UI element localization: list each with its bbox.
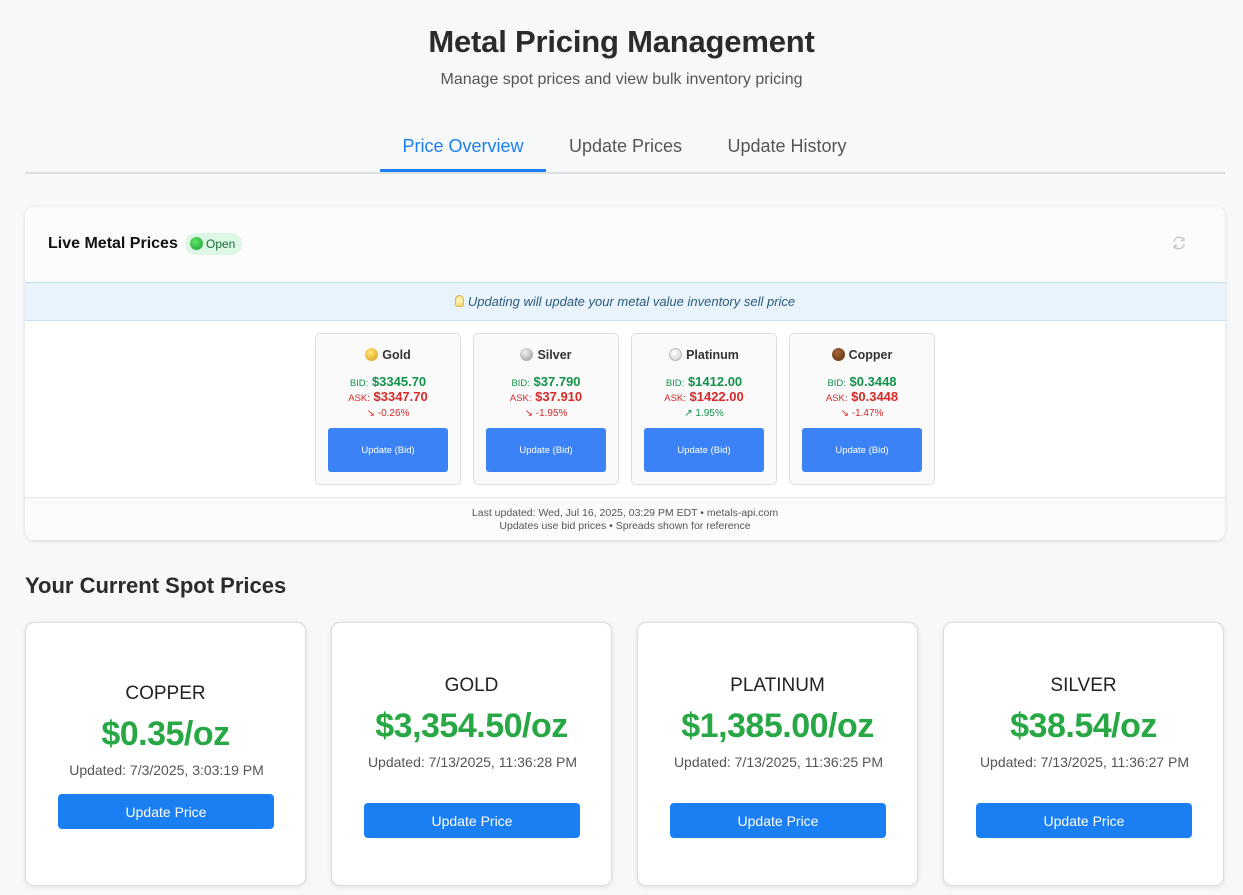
market-status-badge: Open (185, 233, 243, 255)
bid-price: BID: $1412.00 (665, 374, 743, 389)
ask-price: ASK: $3347.70 (348, 389, 428, 404)
update-price-button-platinum[interactable]: Update Price (670, 803, 886, 838)
spot-metal-name: COPPER (125, 683, 206, 704)
spot-updated: Updated: 7/3/2025, 3:03:19 PM (69, 762, 264, 778)
update-notice: Updating will update your metal value in… (25, 282, 1225, 321)
ask-price: ASK: $0.3448 (825, 389, 899, 404)
live-prices-title: Live Metal Prices (48, 235, 178, 252)
update-price-button-silver[interactable]: Update Price (976, 803, 1192, 838)
update-bid-button-gold[interactable]: Update (Bid) (328, 428, 448, 472)
live-prices-footer: Last updated: Wed, Jul 16, 2025, 03:29 P… (25, 497, 1225, 540)
light-bulb-icon (454, 295, 464, 307)
tab-price-overview[interactable]: Price Overview (380, 122, 546, 172)
live-metal-card-platinum: Platinum BID: $1412.00 ASK: $1422.00 ↗ 1… (631, 333, 777, 485)
white-circle-icon (669, 348, 683, 361)
spot-price: $3,354.50/oz (375, 707, 568, 745)
bid-price: BID: $0.3448 (827, 374, 897, 389)
metal-name: Silver (537, 348, 572, 362)
spot-metal-name: SILVER (1050, 675, 1117, 696)
bid-price: BID: $37.790 (511, 374, 581, 389)
spot-updated: Updated: 7/13/2025, 11:36:28 PM (367, 754, 578, 770)
spread-note-text: Updates use bid prices • Spreads shown f… (499, 520, 751, 532)
bid-price: BID: $3345.70 (349, 374, 427, 389)
update-price-button-gold[interactable]: Update Price (364, 803, 580, 838)
metal-name: Copper (848, 348, 893, 362)
price-change: ↘ -0.26% (366, 408, 410, 419)
spot-card-copper: COPPER $0.35/oz Updated: 7/3/2025, 3:03:… (25, 622, 306, 886)
live-prices-panel: Live Metal Prices Open Updating will upd… (25, 207, 1225, 540)
spot-prices-title: Your Current Spot Prices (25, 573, 287, 598)
update-price-button-copper[interactable]: Update Price (58, 794, 274, 829)
green-circle-icon (190, 237, 203, 250)
page-subtitle: Manage spot prices and view bulk invento… (440, 71, 803, 88)
ask-price: ASK: $1422.00 (664, 389, 744, 404)
page-title: Metal Pricing Management (428, 24, 815, 59)
price-change: ↗ 1.95% (684, 408, 724, 419)
update-bid-button-platinum[interactable]: Update (Bid) (644, 428, 764, 472)
update-bid-button-copper[interactable]: Update (Bid) (802, 428, 922, 472)
last-updated-text: Last updated: Wed, Jul 16, 2025, 03:29 P… (471, 507, 779, 519)
spot-price: $38.54/oz (1010, 707, 1157, 745)
spot-updated: Updated: 7/13/2025, 11:36:27 PM (979, 754, 1190, 770)
spot-card-platinum: PLATINUM $1,385.00/oz Updated: 7/13/2025… (637, 622, 918, 886)
market-status-text: Open (206, 237, 236, 251)
update-bid-button-silver[interactable]: Update (Bid) (486, 428, 606, 472)
live-metal-card-silver: Silver BID: $37.790 ASK: $37.910 ↘ -1.95… (473, 333, 619, 485)
tab-bar: Price Overview Update Prices Update Hist… (25, 122, 1225, 174)
live-metal-card-copper: Copper BID: $0.3448 ASK: $0.3448 ↘ -1.47… (789, 333, 935, 485)
live-prices-header: Live Metal Prices Open (25, 207, 1225, 282)
brown-circle-icon (831, 348, 845, 361)
refresh-icon[interactable] (1171, 235, 1187, 251)
metal-name: Gold (382, 348, 411, 362)
spot-card-silver: SILVER $38.54/oz Updated: 7/13/2025, 11:… (943, 622, 1224, 886)
metal-name: Platinum (686, 348, 739, 362)
tab-update-prices[interactable]: Update Prices (546, 122, 705, 172)
spot-card-gold: GOLD $3,354.50/oz Updated: 7/13/2025, 11… (331, 622, 612, 886)
silver-medal-icon (520, 348, 534, 361)
live-metal-card-gold: Gold BID: $3345.70 ASK: $3347.70 ↘ -0.26… (315, 333, 461, 485)
update-notice-text: Updating will update your metal value in… (467, 294, 796, 309)
ask-price: ASK: $37.910 (509, 389, 583, 404)
spot-price: $1,385.00/oz (681, 707, 874, 745)
gold-medal-icon (365, 348, 379, 361)
spot-price: $0.35/oz (101, 715, 230, 753)
price-change: ↘ -1.47% (840, 408, 884, 419)
spot-metal-name: GOLD (444, 675, 499, 696)
spot-metal-name: PLATINUM (730, 675, 825, 696)
price-change: ↘ -1.95% (524, 408, 568, 419)
tab-update-history[interactable]: Update History (705, 122, 869, 172)
spot-updated: Updated: 7/13/2025, 11:36:25 PM (673, 754, 884, 770)
